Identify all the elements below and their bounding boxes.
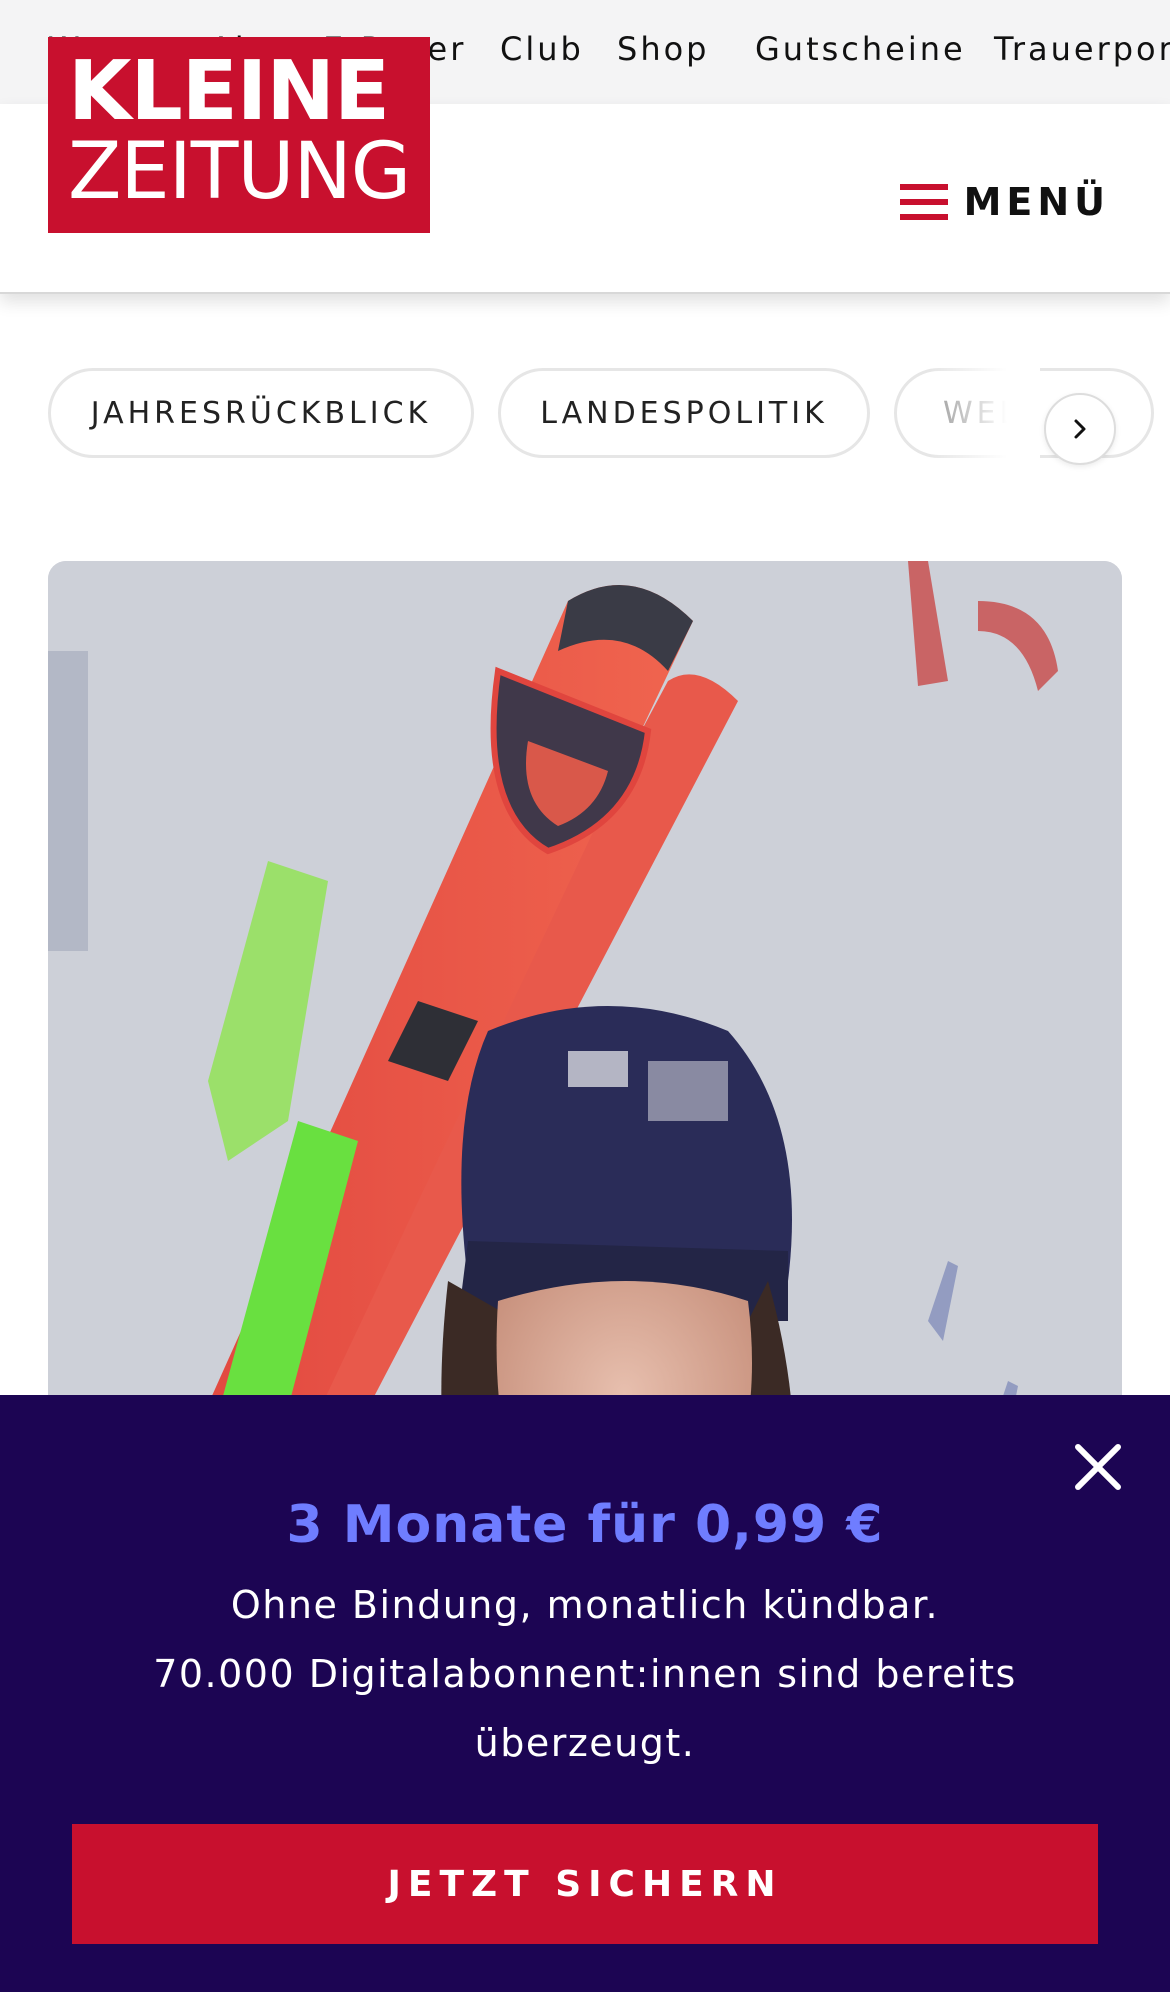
site-logo[interactable]: KLEINE ZEITUNG bbox=[48, 37, 430, 233]
subscription-banner: 3 Monate für 0,99 € Ohne Bindung, monatl… bbox=[0, 1395, 1170, 1992]
topic-tags: JAHRESRÜCKBLICK LANDESPOLITIK WELT bbox=[0, 368, 1170, 464]
close-icon bbox=[1075, 1444, 1121, 1490]
tags-fade bbox=[930, 368, 1040, 464]
menu-button[interactable]: MENÜ bbox=[900, 172, 1110, 232]
nav-link-shop[interactable]: Shop bbox=[617, 30, 709, 68]
tag-landespolitik[interactable]: LANDESPOLITIK bbox=[498, 368, 870, 458]
close-banner-button[interactable] bbox=[1070, 1439, 1126, 1495]
logo-line-2: ZEITUNG bbox=[68, 127, 411, 217]
promo-line-2: 70.000 Digitalabonnent:innen sind bereit… bbox=[153, 1652, 1017, 1765]
tags-scroll-next-button[interactable] bbox=[1044, 393, 1116, 465]
nav-link-club[interactable]: Club bbox=[500, 30, 584, 68]
promo-line-1: Ohne Bindung, monatlich kündbar. bbox=[230, 1583, 940, 1627]
promo-headline: 3 Monate für 0,99 € bbox=[286, 1495, 884, 1555]
chevron-right-icon bbox=[1074, 419, 1086, 439]
menu-label: MENÜ bbox=[963, 180, 1110, 224]
logo-line-1: KLEINE bbox=[68, 44, 390, 139]
jetzt-sichern-button[interactable]: JETZT SICHERN bbox=[72, 1824, 1098, 1944]
hamburger-icon bbox=[900, 184, 948, 220]
nav-link-gutscheine[interactable]: Gutscheine bbox=[755, 30, 966, 68]
promo-body: Ohne Bindung, monatlich kündbar. 70.000 … bbox=[150, 1571, 1020, 1778]
tag-jahresrueckblick[interactable]: JAHRESRÜCKBLICK bbox=[48, 368, 474, 458]
nav-link-trauerportal[interactable]: Trauerportal bbox=[994, 30, 1170, 68]
